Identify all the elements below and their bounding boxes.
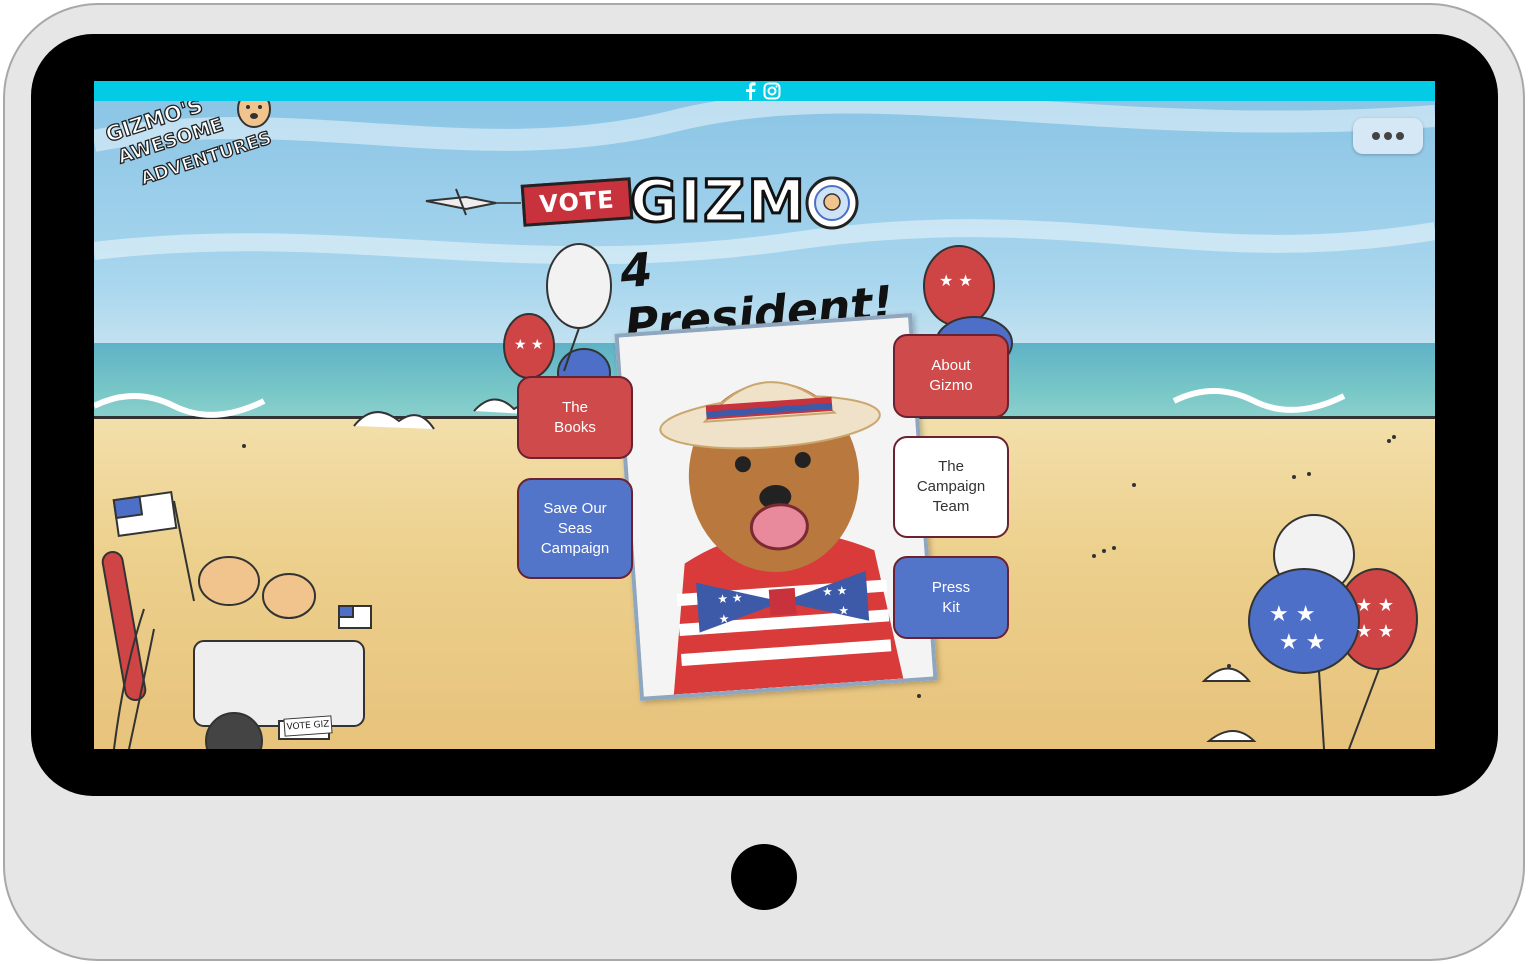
svg-text:★ ★: ★ ★ bbox=[939, 271, 973, 290]
plate-text: VOTE GIZ bbox=[286, 719, 330, 733]
campaign-team-button[interactable]: The Campaign Team bbox=[893, 436, 1009, 538]
svg-text:★ ★: ★ ★ bbox=[822, 583, 848, 599]
about-gizmo-button[interactable]: About Gizmo bbox=[893, 334, 1009, 418]
home-button[interactable] bbox=[731, 844, 797, 910]
svg-text:★ ★: ★ ★ bbox=[514, 337, 544, 353]
save-our-seas-button[interactable]: Save Our Seas Campaign bbox=[517, 478, 633, 579]
social-bar bbox=[94, 81, 1435, 101]
svg-text:★ ★: ★ ★ bbox=[1356, 595, 1394, 616]
vote-badge: VOTE bbox=[520, 177, 634, 227]
menu-dot-icon bbox=[1372, 132, 1380, 140]
website-screen: ★ ★ ★ ★ ★ ★ ★ ★ ★ ★ ★ ★ GIZMO'S AWESOME … bbox=[94, 81, 1435, 749]
menu-dot-icon bbox=[1384, 132, 1392, 140]
more-menu-button[interactable] bbox=[1353, 118, 1423, 154]
vote-text: VOTE bbox=[538, 185, 616, 219]
gizmo-dog-image: ★ ★ ★ ★ ★ ★ bbox=[618, 317, 934, 697]
svg-text:★ ★: ★ ★ bbox=[1279, 630, 1325, 655]
svg-text:★ ★: ★ ★ bbox=[717, 591, 743, 607]
headline: VOTE GIZMO 4 President! bbox=[514, 166, 934, 352]
svg-text:★: ★ bbox=[838, 603, 850, 618]
svg-text:★: ★ bbox=[718, 612, 730, 627]
the-books-button[interactable]: The Books bbox=[517, 376, 633, 459]
press-kit-button[interactable]: Press Kit bbox=[893, 556, 1009, 639]
facebook-icon[interactable] bbox=[743, 82, 757, 100]
svg-text:★ ★: ★ ★ bbox=[1356, 621, 1394, 642]
instagram-icon[interactable] bbox=[763, 82, 781, 100]
jeep-license-plate: VOTE GIZ bbox=[283, 715, 333, 737]
campaign-seal-icon bbox=[805, 176, 859, 230]
site-logo[interactable]: GIZMO'S AWESOME ADVENTURES bbox=[100, 90, 300, 199]
svg-text:★ ★: ★ ★ bbox=[1269, 602, 1315, 627]
menu-dot-icon bbox=[1396, 132, 1404, 140]
gizmo-photo: ★ ★ ★ ★ ★ ★ bbox=[614, 313, 938, 701]
